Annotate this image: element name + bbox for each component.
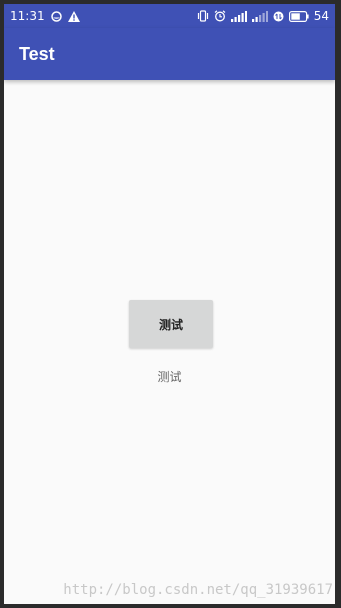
status-right: 54 xyxy=(197,9,335,23)
battery-icon xyxy=(288,10,309,22)
app-title: Test xyxy=(19,43,55,64)
alarm-icon xyxy=(214,10,226,22)
data-icon xyxy=(273,11,284,22)
status-time: 11:31 xyxy=(10,9,45,23)
watermark: http://blog.csdn.net/qq_31939617 xyxy=(63,582,333,598)
signal-icon xyxy=(230,10,247,22)
phone-screen: 11:31 54 Test 测试 测试 http://blog.csdn.net… xyxy=(4,4,335,604)
vibrate-icon xyxy=(197,10,209,22)
content-area: 测试 测试 xyxy=(4,80,335,604)
circle-app-icon xyxy=(50,10,62,22)
app-bar: Test xyxy=(4,28,335,80)
warning-icon xyxy=(67,10,80,22)
status-left: 11:31 xyxy=(4,9,80,23)
battery-level: 54 xyxy=(313,9,329,23)
status-bar: 11:31 54 xyxy=(4,4,335,28)
signal-2-icon xyxy=(251,10,268,22)
test-button[interactable]: 测试 xyxy=(129,300,213,348)
test-text: 测试 xyxy=(157,370,182,384)
